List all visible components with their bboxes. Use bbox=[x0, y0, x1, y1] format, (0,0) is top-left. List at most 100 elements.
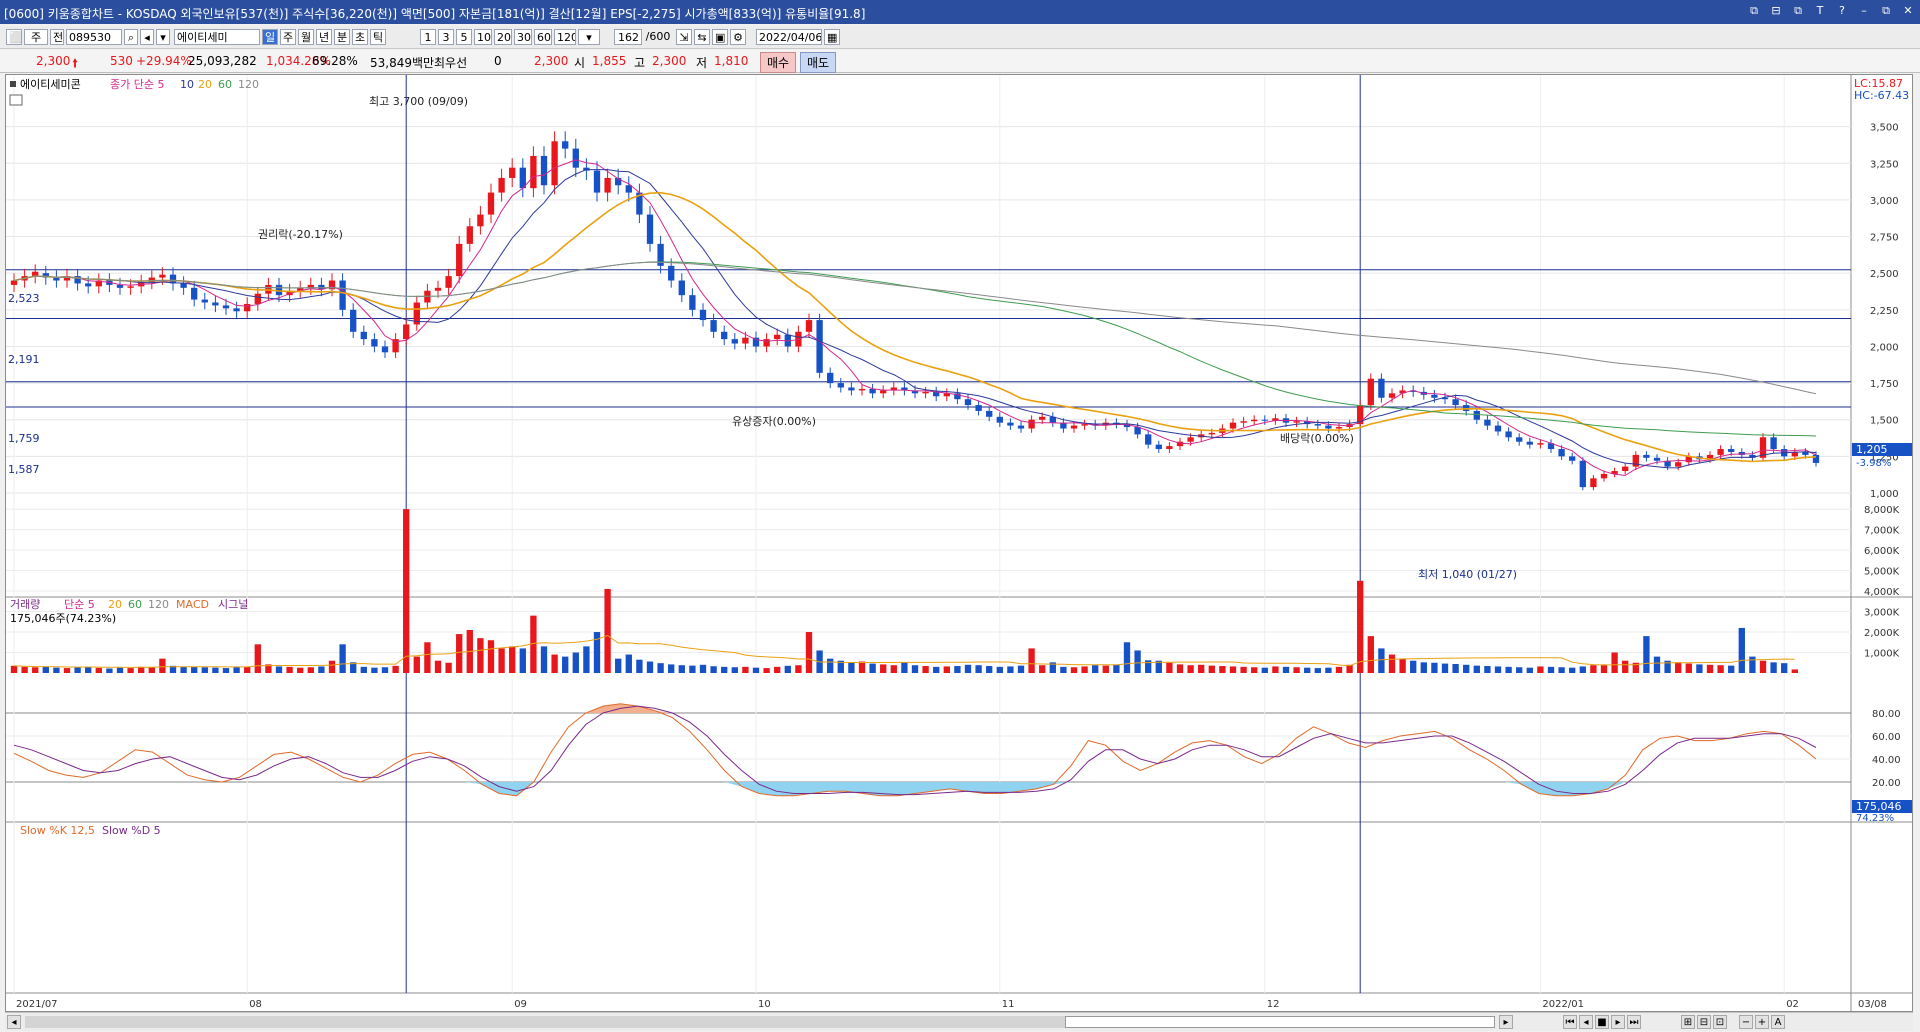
first-page-icon[interactable]: ⏮ bbox=[1563, 1015, 1577, 1029]
mult-60[interactable]: 60 bbox=[534, 29, 552, 45]
tool-icon[interactable]: ⊟ bbox=[1697, 1015, 1711, 1029]
volume-bar bbox=[1134, 650, 1141, 673]
close-icon[interactable]: ✕ bbox=[1900, 3, 1916, 19]
settings-icon[interactable]: ⚙ bbox=[730, 29, 746, 45]
minimize-icon[interactable]: – bbox=[1856, 3, 1872, 19]
buy-button[interactable]: 매수 bbox=[760, 52, 797, 73]
period-yearly[interactable]: 년 bbox=[316, 29, 332, 45]
stop-icon[interactable]: ■ bbox=[1595, 1015, 1609, 1029]
period-type-select[interactable]: 주 bbox=[24, 29, 48, 45]
period-minute[interactable]: 분 bbox=[334, 29, 350, 45]
count-input[interactable]: 162 bbox=[614, 29, 642, 45]
volume-legend-ma60[interactable]: 60 bbox=[128, 598, 142, 611]
mult-10[interactable]: 10 bbox=[474, 29, 492, 45]
legend-ma120[interactable]: 120 bbox=[238, 78, 259, 91]
help-icon[interactable]: ? bbox=[1834, 3, 1850, 19]
candle-body bbox=[1155, 444, 1162, 450]
candle-body bbox=[360, 331, 367, 340]
tool-icon[interactable]: ⊡ bbox=[1713, 1015, 1727, 1029]
legend-ma60[interactable]: 60 bbox=[218, 78, 232, 91]
candle-body bbox=[1812, 454, 1820, 463]
mult-1[interactable]: 1 bbox=[420, 29, 436, 45]
stoch-legend-k[interactable]: Slow %K 12,5 bbox=[20, 824, 95, 837]
restore-icon[interactable]: ⧉ bbox=[1746, 3, 1762, 19]
sound-icon[interactable]: ◂ bbox=[140, 29, 154, 45]
text-icon[interactable]: T bbox=[1812, 3, 1828, 19]
prev-button[interactable]: 전 bbox=[50, 29, 64, 45]
layout-icon[interactable]: ⊟ bbox=[1768, 3, 1784, 19]
stoch-legend-d[interactable]: Slow %D 5 bbox=[102, 824, 161, 837]
volume-legend-ma5[interactable]: 단순 5 bbox=[64, 598, 95, 611]
volume-bar bbox=[805, 632, 813, 673]
volume-tick-label: 4,000K bbox=[1864, 587, 1900, 598]
volume-bar bbox=[222, 668, 230, 673]
mult-3[interactable]: 3 bbox=[438, 29, 454, 45]
chart-area[interactable]: 1,000 1,250 1,500 1,750 2,000 2,250 2,500 2,750… bbox=[5, 74, 1913, 1012]
candle-body bbox=[1007, 422, 1014, 426]
chart-svg[interactable]: 1,0001,2501,5001,7502,0002,2502,5002,750… bbox=[6, 75, 1912, 1011]
dropdown-icon[interactable]: ▾ bbox=[156, 29, 170, 45]
volume-bar bbox=[498, 648, 505, 673]
stock-code-input[interactable]: 089530 bbox=[66, 29, 122, 45]
candle-body bbox=[530, 155, 537, 189]
scroll-thumb[interactable] bbox=[1065, 1016, 1495, 1028]
legend-ma10[interactable]: 10 bbox=[180, 78, 194, 91]
legend-ma5[interactable]: 종가 단순 5 bbox=[110, 78, 164, 91]
volume-legend-ma120[interactable]: 120 bbox=[148, 598, 169, 611]
x-tick-label: 2022/01 bbox=[1542, 999, 1584, 1010]
volume-legend-macd[interactable]: MACD bbox=[176, 598, 209, 611]
mult-30[interactable]: 30 bbox=[514, 29, 532, 45]
candle-body bbox=[1717, 449, 1724, 455]
mult-20[interactable]: 20 bbox=[494, 29, 512, 45]
candle-body bbox=[1579, 460, 1586, 488]
play-icon[interactable]: ▸ bbox=[1611, 1015, 1625, 1029]
price-tick-label: 3,250 bbox=[1870, 159, 1899, 170]
save-icon[interactable]: ▣ bbox=[712, 29, 728, 45]
search-icon[interactable]: ⌕ bbox=[124, 29, 138, 45]
sell-button[interactable]: 매도 bbox=[800, 52, 837, 73]
period-weekly[interactable]: 주 bbox=[280, 29, 296, 45]
layout-button[interactable]: ⬜ bbox=[6, 29, 22, 45]
scroll-left-icon[interactable]: ◂ bbox=[7, 1015, 21, 1029]
tool-icon[interactable]: ⊞ bbox=[1681, 1015, 1695, 1029]
candle-body bbox=[1516, 437, 1523, 442]
volume-bar bbox=[1622, 660, 1629, 673]
calendar-icon[interactable]: ▦ bbox=[824, 29, 840, 45]
volume-legend-ma20[interactable]: 20 bbox=[108, 598, 122, 611]
volume-bar bbox=[360, 666, 367, 673]
legend-ma20[interactable]: 20 bbox=[198, 78, 212, 91]
volume-bar bbox=[742, 666, 749, 673]
maximize-icon[interactable]: ⧉ bbox=[1878, 3, 1894, 19]
mult-5[interactable]: 5 bbox=[456, 29, 472, 45]
mult-custom-select[interactable]: ▾ bbox=[578, 29, 600, 45]
period-tick[interactable]: 틱 bbox=[370, 29, 386, 45]
period-daily[interactable]: 일 bbox=[262, 29, 278, 45]
tile-icon[interactable]: ⧉ bbox=[1790, 3, 1806, 19]
volume-legend-title[interactable]: 거래량 bbox=[10, 598, 40, 611]
chart-toolbar: ⬜ 주 전 089530 ⌕ ◂ ▾ 에이티세미 일 주 월 년 분 초 틱 1… bbox=[0, 26, 1920, 49]
volume-legend-signal[interactable]: 시그널 bbox=[218, 598, 248, 611]
scroll-right-icon[interactable]: ▸ bbox=[1499, 1015, 1513, 1029]
candle-body bbox=[1473, 410, 1480, 420]
compare-icon[interactable]: ⇆ bbox=[694, 29, 710, 45]
zoom-in-icon[interactable]: + bbox=[1755, 1015, 1769, 1029]
legend-stock-name[interactable]: 에이티세미콘 bbox=[20, 78, 81, 91]
period-monthly[interactable]: 월 bbox=[298, 29, 314, 45]
price-change: 530 bbox=[110, 54, 133, 68]
panel-menu-icon[interactable] bbox=[9, 94, 23, 106]
stock-name-field[interactable]: 에이티세미 bbox=[174, 29, 260, 45]
date-input[interactable]: 2022/04/06 bbox=[756, 29, 822, 45]
volume-bar bbox=[1198, 664, 1205, 673]
volume-bar bbox=[371, 667, 378, 673]
zoom-out-icon[interactable]: − bbox=[1739, 1015, 1753, 1029]
volume-bar bbox=[1176, 664, 1184, 673]
last-page-icon[interactable]: ⏭ bbox=[1627, 1015, 1641, 1029]
horizontal-scrollbar[interactable]: ◂ ▸ ⏮ ◂ ■ ▸ ⏭ ⊞ ⊟ ⊡ − + A bbox=[5, 1012, 1913, 1031]
font-icon[interactable]: A bbox=[1771, 1015, 1785, 1029]
period-second[interactable]: 초 bbox=[352, 29, 368, 45]
candle-body bbox=[1028, 419, 1035, 429]
prev-page-icon[interactable]: ◂ bbox=[1579, 1015, 1593, 1029]
mult-120[interactable]: 120 bbox=[554, 29, 576, 45]
candle-body bbox=[1431, 394, 1438, 398]
zoom-icon[interactable]: ⇲ bbox=[676, 29, 692, 45]
